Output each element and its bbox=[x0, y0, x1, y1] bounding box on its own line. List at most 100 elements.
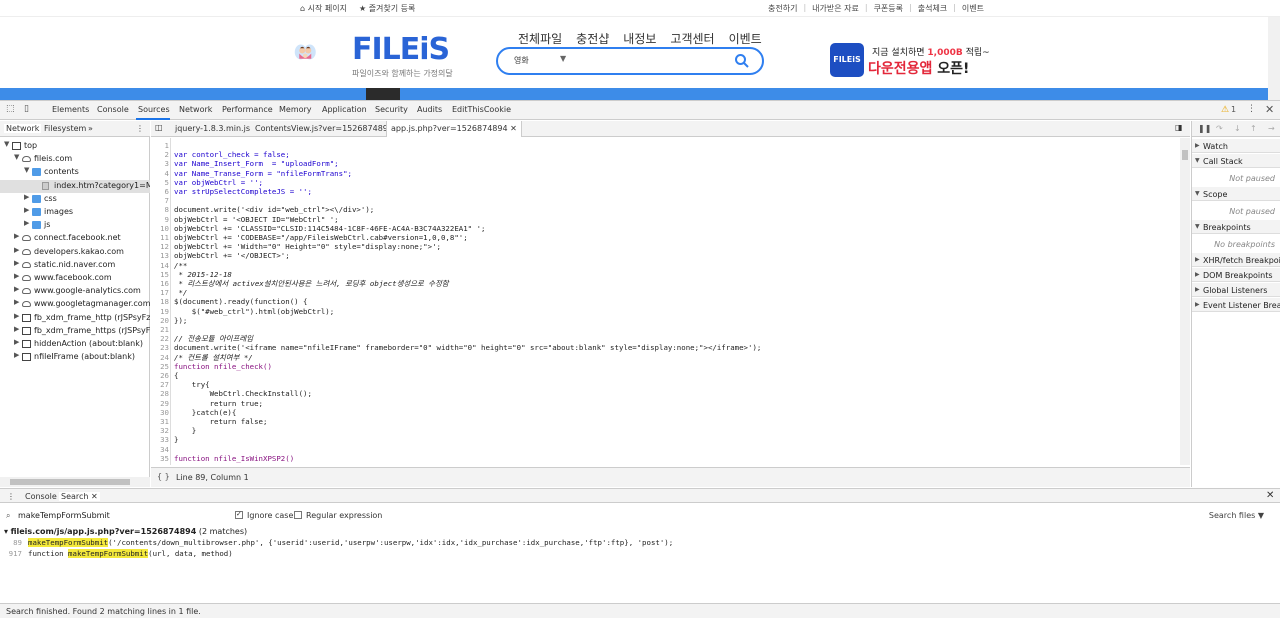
debugger-section-header[interactable]: ▶Event Listener Breakpoints bbox=[1192, 298, 1280, 312]
search-query-input[interactable]: makeTempFormSubmit bbox=[18, 511, 110, 520]
line-number[interactable]: 15 bbox=[151, 270, 169, 279]
expanded-arrow-icon[interactable]: ▼ bbox=[4, 140, 9, 148]
line-number[interactable]: 7 bbox=[151, 196, 169, 205]
line-number[interactable]: 11 bbox=[151, 233, 169, 242]
debugger-section-header[interactable]: ▶ Global Listeners bbox=[1192, 283, 1280, 297]
tree-item[interactable]: ▶ www.googletagmanager.com bbox=[0, 298, 150, 311]
line-number[interactable]: 8 bbox=[151, 205, 169, 214]
code-line[interactable]: 2 var contorl_check = false; bbox=[151, 150, 1181, 159]
line-number[interactable]: 32 bbox=[151, 426, 169, 435]
tree-item[interactable]: ▶ js bbox=[0, 219, 150, 232]
search-files-dropdown[interactable]: Search files ▼ bbox=[1209, 511, 1264, 520]
tab-sources[interactable]: Sources bbox=[138, 105, 170, 114]
code-line[interactable]: 26 { bbox=[151, 371, 1181, 380]
regex-checkbox[interactable] bbox=[294, 511, 302, 519]
line-number[interactable]: 20 bbox=[151, 316, 169, 325]
page-scrollbar[interactable] bbox=[1268, 17, 1280, 100]
code-line[interactable]: 34 bbox=[151, 445, 1181, 454]
debugger-section-header[interactable]: ▼ Scope bbox=[1192, 187, 1280, 201]
collapsed-arrow-icon[interactable]: ▶ bbox=[14, 246, 19, 254]
file-tab-app-js[interactable]: app.js.php?ver=1526874894 ✕ bbox=[386, 121, 522, 137]
step-icon[interactable]: → bbox=[1268, 124, 1275, 133]
line-number[interactable]: 6 bbox=[151, 187, 169, 196]
tree-item[interactable]: ▶ fb_xdm_frame_https (rJSPsyFz8kC bbox=[0, 325, 150, 338]
collapsed-arrow-icon[interactable]: ▶ bbox=[14, 298, 19, 306]
tree-item[interactable]: ▶ css bbox=[0, 193, 150, 206]
code-line[interactable]: 15 * 2015-12-18 bbox=[151, 270, 1181, 279]
more-options-icon[interactable]: ⋮ bbox=[1247, 104, 1256, 114]
tab-application[interactable]: Application bbox=[322, 105, 367, 114]
code-editor[interactable]: 1 2 var contorl_check = false; 3 var Name_In… bbox=[151, 138, 1190, 465]
debugger-section-header[interactable]: ▶XHR/fetch Breakpoints bbox=[1192, 253, 1280, 267]
file-tab-jquery[interactable]: jquery-1.8.3.min.js bbox=[175, 124, 250, 133]
line-number[interactable]: 2 bbox=[151, 150, 169, 159]
top-link-downloads[interactable]: 내가받은 자료 bbox=[812, 3, 859, 14]
line-number[interactable]: 16 bbox=[151, 279, 169, 288]
tree-item[interactable]: ▶ fb_xdm_frame_http (rJSPsyFz8kQ bbox=[0, 312, 150, 325]
code-line[interactable]: 28 WebCtrl.CheckInstall(); bbox=[151, 389, 1181, 398]
tree-item[interactable]: index.htm?category1=MVO bbox=[0, 179, 150, 193]
code-line[interactable]: 12 objWebCtrl += 'Width="0" Height="0" st… bbox=[151, 242, 1181, 251]
nav-all-files[interactable]: 전체파일 bbox=[518, 30, 562, 47]
tab-security[interactable]: Security bbox=[375, 105, 408, 114]
collapsed-arrow-icon[interactable]: ▶ bbox=[14, 338, 19, 346]
line-number[interactable]: 24 bbox=[151, 353, 169, 362]
search-icon[interactable] bbox=[734, 53, 750, 69]
code-line[interactable]: 27 try{ bbox=[151, 380, 1181, 389]
tab-editthiscookie[interactable]: EditThisCookie bbox=[452, 105, 511, 114]
nav-charge-shop[interactable]: 충전샵 bbox=[576, 30, 609, 47]
drawer-tab-console[interactable]: Console bbox=[25, 492, 57, 501]
collapsed-arrow-icon[interactable]: ▶ bbox=[14, 272, 19, 280]
code-line[interactable]: 18 $(document).ready(function() { bbox=[151, 297, 1181, 306]
code-line[interactable]: 35 function nfile_IsWinXPSP2() bbox=[151, 454, 1181, 463]
line-number[interactable]: 10 bbox=[151, 224, 169, 233]
line-number[interactable]: 17 bbox=[151, 288, 169, 297]
line-number[interactable]: 3 bbox=[151, 159, 169, 168]
toggle-navigator-icon[interactable]: ◫ bbox=[155, 123, 163, 132]
line-number[interactable]: 27 bbox=[151, 380, 169, 389]
line-number[interactable]: 33 bbox=[151, 435, 169, 444]
line-number[interactable]: 35 bbox=[151, 454, 169, 463]
regex-label[interactable]: Regular expression bbox=[306, 511, 382, 520]
tree-item[interactable]: ▼ contents bbox=[0, 166, 150, 179]
file-tab-contentsview[interactable]: ContentsView.js?ver=1526874894 bbox=[255, 124, 393, 133]
code-line[interactable]: 9 objWebCtrl = '<OBJECT ID="WebCtrl" '; bbox=[151, 215, 1181, 224]
collapsed-arrow-icon[interactable]: ▶ bbox=[24, 219, 29, 227]
line-number[interactable]: 14 bbox=[151, 261, 169, 270]
line-number[interactable]: 5 bbox=[151, 178, 169, 187]
collapsed-arrow-icon[interactable]: ▶ bbox=[14, 232, 19, 240]
nav-event[interactable]: 이벤트 bbox=[729, 30, 762, 47]
site-search-box[interactable]: 영화 ▼ bbox=[496, 47, 764, 75]
search-result-line[interactable]: 917 function makeTempFormSubmit(url, data… bbox=[0, 548, 1280, 559]
collapsed-arrow-icon[interactable]: ▶ bbox=[14, 285, 19, 293]
nav-customer-center[interactable]: 고객센터 bbox=[670, 30, 714, 47]
debugger-section-header[interactable]: ▶ Watch bbox=[1192, 139, 1280, 153]
line-number[interactable]: 22 bbox=[151, 334, 169, 343]
home-link[interactable]: ⌂ 시작 페이지 bbox=[300, 3, 347, 14]
code-line[interactable]: 17 */ bbox=[151, 288, 1181, 297]
code-line[interactable]: 10 objWebCtrl += 'CLASSID="CLSID:114C5484… bbox=[151, 224, 1181, 233]
line-number[interactable]: 28 bbox=[151, 389, 169, 398]
close-tab-icon[interactable]: ✕ bbox=[91, 492, 98, 501]
collapsed-arrow-icon[interactable]: ▶ bbox=[14, 325, 19, 333]
code-line[interactable]: 1 bbox=[151, 141, 1181, 150]
code-line[interactable]: 3 var Name_Insert_Form = "uploadForm"; bbox=[151, 159, 1181, 168]
top-link-attendance[interactable]: 출석체크 bbox=[918, 3, 947, 14]
line-number[interactable]: 13 bbox=[151, 251, 169, 260]
tree-item[interactable]: ▶ hiddenAction (about:blank) bbox=[0, 338, 150, 351]
code-line[interactable]: 33} bbox=[151, 435, 1181, 444]
top-link-coupon[interactable]: 쿠폰등록 bbox=[874, 3, 903, 14]
code-line[interactable]: 19 $("#web_ctrl").html(objWebCtrl); bbox=[151, 307, 1181, 316]
line-number[interactable]: 21 bbox=[151, 325, 169, 334]
code-line[interactable]: 16 * 리스트상에서 activex설치안된사용은 느려서, 로딩후 obje… bbox=[151, 279, 1181, 288]
navigator-scrollbar[interactable] bbox=[0, 477, 150, 487]
code-line[interactable]: 21 bbox=[151, 325, 1181, 334]
tree-item[interactable]: ▶ nfileIFrame (about:blank) bbox=[0, 351, 150, 364]
code-line[interactable]: 29 return true; bbox=[151, 399, 1181, 408]
search-result-line[interactable]: 89 makeTempFormSubmit('/contents/down_mul… bbox=[0, 538, 1280, 548]
tab-network[interactable]: Network bbox=[179, 105, 212, 114]
tree-item[interactable]: ▶ www.google-analytics.com bbox=[0, 285, 150, 298]
tab-performance[interactable]: Performance bbox=[222, 105, 273, 114]
step-out-icon[interactable]: ↑ bbox=[1250, 124, 1257, 133]
logo-text[interactable]: FILEiS bbox=[352, 32, 450, 67]
